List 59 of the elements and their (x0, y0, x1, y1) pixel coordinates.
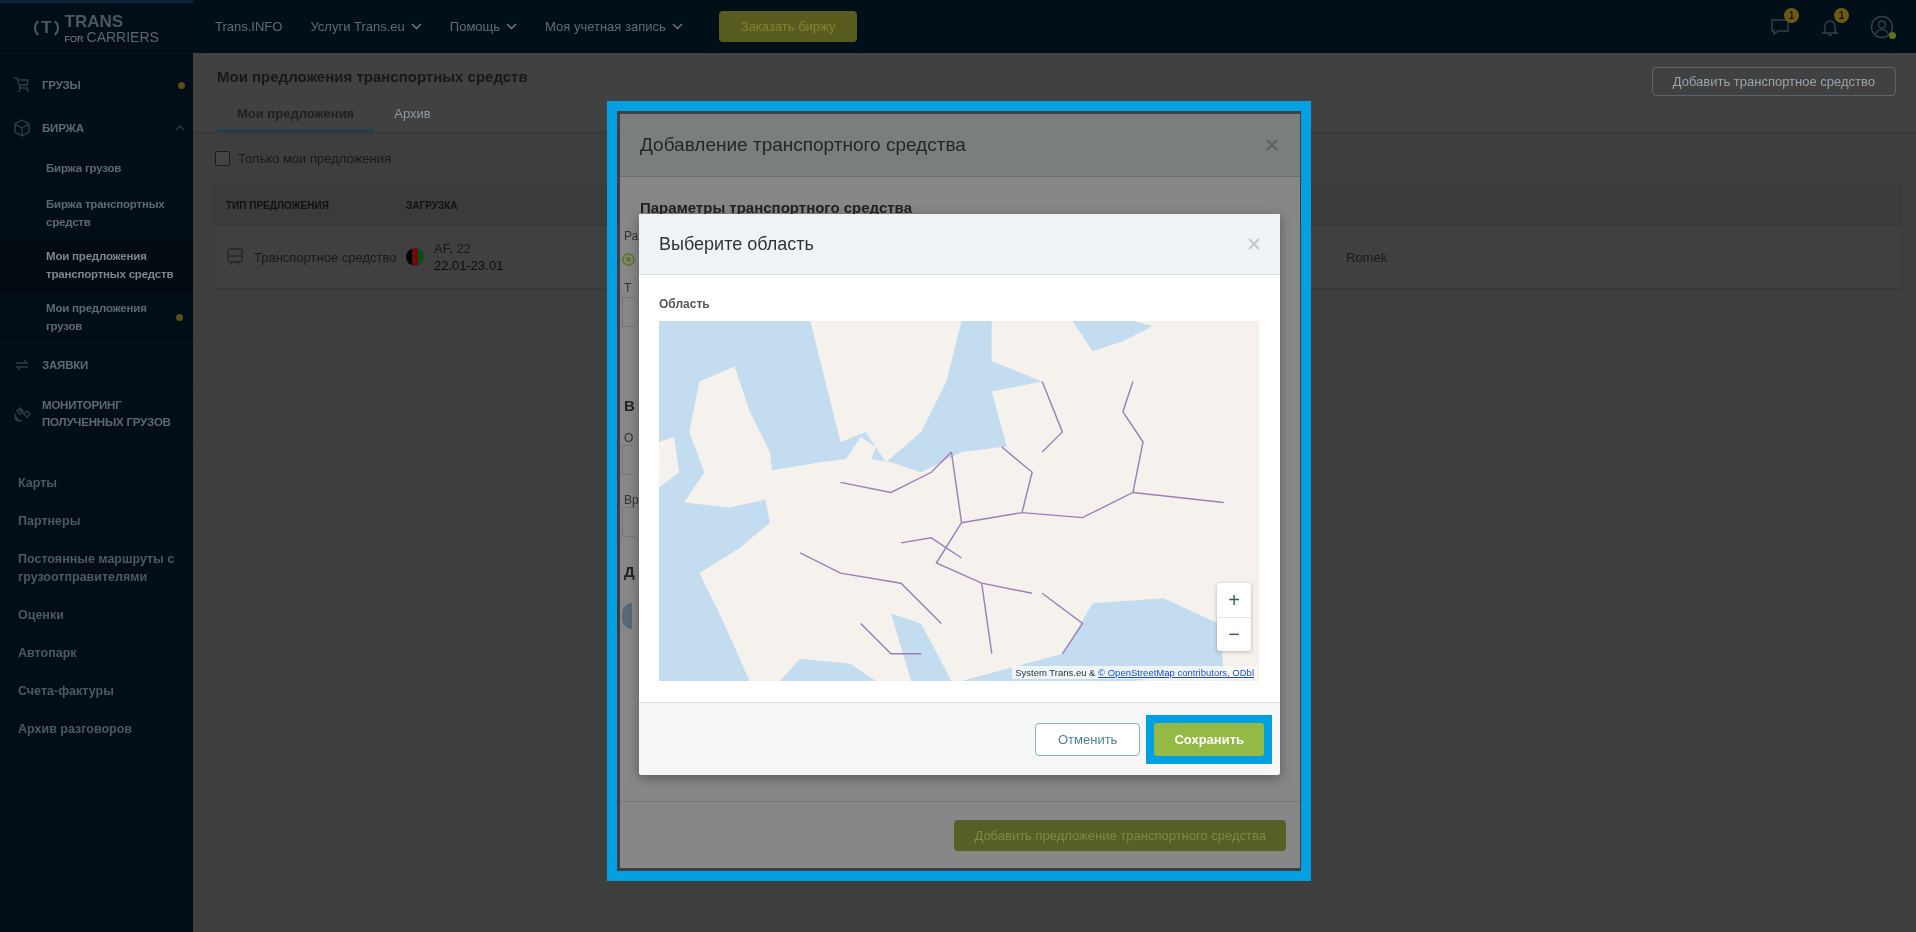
cart-icon (12, 75, 32, 95)
field-label: Вр (624, 493, 639, 507)
dialog-title: Выберите область (659, 233, 814, 255)
field-label: Т (624, 281, 632, 295)
submenu-item[interactable]: Биржа транспортных средств (0, 187, 193, 239)
section-title: В (624, 397, 635, 414)
radio-button[interactable] (622, 253, 635, 266)
notification-badge: 1 (1834, 7, 1849, 23)
save-button[interactable]: Сохранить (1154, 722, 1264, 756)
menu-link[interactable]: Счета-фактуры (0, 672, 193, 710)
input-field[interactable] (622, 507, 635, 537)
menu-link[interactable]: Постоянные маршруты с грузоотправителями (0, 540, 193, 596)
menu-link[interactable]: Архив разговоров (0, 710, 193, 748)
field-label: О (624, 431, 634, 445)
menu-link[interactable]: Оценки (0, 596, 193, 634)
attribution-link[interactable]: © OpenStreetMap contributors, ODbl (1098, 667, 1254, 678)
nav-link[interactable]: Услуги Trans.eu (310, 19, 405, 34)
menu-link[interactable]: Партнеры (0, 502, 193, 540)
nav-link[interactable]: Моя учетная запись (545, 19, 666, 34)
nav-link[interactable]: Помощь (449, 19, 501, 34)
menu-item[interactable]: ГРУЗЫ (0, 64, 193, 106)
close-icon[interactable] (1248, 238, 1260, 250)
bus-icon (226, 247, 244, 267)
notification-badge: 1 (1784, 7, 1799, 23)
dialog-title: Добавление транспортного средства (640, 134, 966, 156)
field-label: Область (659, 297, 711, 311)
menu-item[interactable]: ЗАЯВКИ (0, 344, 193, 386)
tab[interactable]: Архив (374, 98, 451, 132)
submenu-item[interactable]: Мои предложения грузов (0, 291, 193, 343)
add-vehicle-button[interactable]: Добавить транспортное средство (1651, 67, 1896, 96)
input-field[interactable] (622, 445, 635, 475)
menu-item[interactable]: МОНИТОРИНГ ПОЛУЧЕННЫХ ГРУЗОВ (0, 387, 193, 441)
caret-icon[interactable] (671, 23, 683, 30)
logo-mark: T (34, 17, 59, 39)
input-field[interactable] (622, 297, 635, 327)
logo-word: TRANS (64, 12, 125, 30)
zoom-in-button[interactable]: + (1217, 583, 1251, 617)
checkbox[interactable] (215, 151, 230, 166)
field-label: Ра (624, 229, 639, 243)
submenu-item[interactable]: Биржа грузов (0, 149, 193, 187)
menu-link[interactable]: Карты (0, 464, 193, 502)
zoom-out-button[interactable]: − (1217, 617, 1251, 651)
nav-link[interactable]: Trans.INFO (215, 19, 283, 34)
map-attribution: System Trans.eu & (1015, 667, 1097, 678)
avatar-icon[interactable] (1870, 14, 1894, 39)
submenu-item[interactable]: Мои предложения транспортных средств (0, 239, 193, 291)
close-icon[interactable] (1266, 139, 1278, 151)
avatar-icon (622, 603, 632, 629)
menu-link[interactable]: Автопарк (0, 634, 193, 672)
flag-icon (406, 248, 424, 266)
cube-icon (12, 118, 32, 138)
caret-icon[interactable] (506, 23, 518, 30)
cancel-button[interactable]: Отменить (1035, 722, 1141, 756)
caret-icon[interactable] (410, 23, 422, 30)
logo-tagline: CARRIERS (86, 29, 159, 44)
chat-icon[interactable] (1770, 16, 1790, 37)
section-title: Д (624, 563, 635, 580)
menu-item[interactable]: БИРЖА (0, 107, 193, 149)
logo-tagline: FOR (64, 34, 84, 44)
